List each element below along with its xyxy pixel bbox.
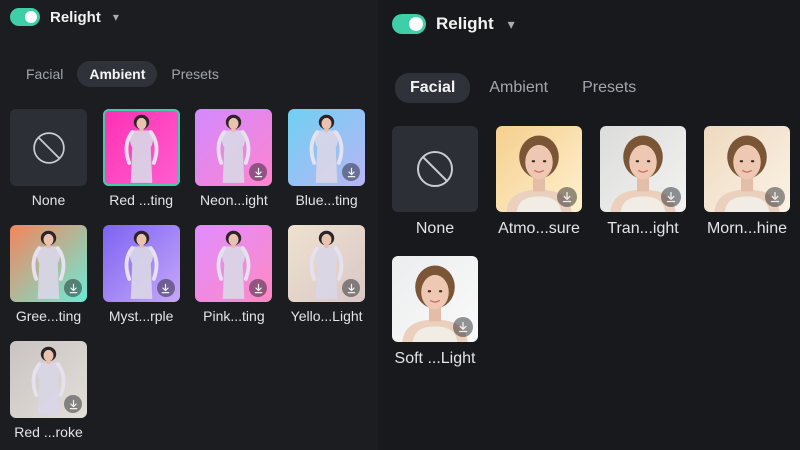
effect-label: Pink...ting bbox=[203, 308, 265, 324]
tab-ambient[interactable]: Ambient bbox=[77, 61, 158, 87]
effect-item: Yello...Light bbox=[288, 225, 366, 330]
effect-item: Red ...ting bbox=[102, 109, 180, 214]
effect-item: Soft ...Light bbox=[392, 256, 478, 370]
download-icon[interactable] bbox=[765, 187, 785, 207]
effect-item: Pink...ting bbox=[195, 225, 273, 330]
relight-panel-left: Relight ▾ Facial Ambient Presets None Red ...t… bbox=[0, 0, 378, 450]
effect-thumbnail[interactable] bbox=[195, 109, 273, 186]
effect-label: Red ...ting bbox=[109, 192, 174, 208]
effect-thumbnail[interactable] bbox=[102, 109, 180, 186]
effect-thumbnail[interactable] bbox=[102, 225, 180, 302]
effect-item: None bbox=[392, 126, 478, 240]
chevron-down-icon[interactable]: ▾ bbox=[113, 10, 119, 24]
toggle-knob bbox=[409, 17, 423, 31]
effect-thumbnail[interactable] bbox=[288, 109, 366, 186]
effect-thumbnail[interactable] bbox=[600, 126, 686, 212]
effect-label: None bbox=[415, 220, 455, 237]
effect-thumbnail[interactable] bbox=[392, 256, 478, 342]
download-icon[interactable] bbox=[557, 187, 577, 207]
download-icon[interactable] bbox=[453, 317, 473, 337]
effect-label: Soft ...Light bbox=[394, 350, 476, 367]
tab-ambient[interactable]: Ambient bbox=[474, 73, 563, 103]
effect-item: None bbox=[10, 109, 87, 214]
relight-toggle[interactable] bbox=[10, 8, 40, 26]
effect-label: Blue...ting bbox=[295, 192, 358, 208]
effect-item: Morn...hine bbox=[704, 126, 790, 240]
tab-facial[interactable]: Facial bbox=[14, 61, 75, 87]
effect-label: Tran...ight bbox=[607, 220, 679, 237]
effect-label: Myst...rple bbox=[108, 308, 174, 324]
tab-presets[interactable]: Presets bbox=[567, 73, 651, 103]
relight-header: Relight ▾ bbox=[392, 14, 515, 34]
download-icon[interactable] bbox=[156, 279, 175, 297]
effect-thumbnail[interactable] bbox=[10, 341, 87, 418]
download-icon[interactable] bbox=[661, 187, 681, 207]
effect-thumbnail[interactable] bbox=[496, 126, 582, 212]
effect-label: Gree...ting bbox=[15, 308, 82, 324]
effect-thumbnail[interactable] bbox=[288, 225, 366, 302]
effect-item: Atmo...sure bbox=[496, 126, 582, 240]
effect-thumbnail[interactable] bbox=[195, 225, 273, 302]
effect-label: Red ...roke bbox=[14, 424, 83, 440]
relight-panel-right: Relight ▾ Facial Ambient Presets None Atmo...s… bbox=[378, 0, 800, 450]
chevron-down-icon[interactable]: ▾ bbox=[508, 16, 515, 33]
tab-facial[interactable]: Facial bbox=[395, 73, 471, 103]
effect-item: Gree...ting bbox=[10, 225, 87, 330]
portrait-photo bbox=[124, 114, 159, 183]
download-icon[interactable] bbox=[64, 395, 82, 413]
effect-none-thumbnail[interactable] bbox=[392, 126, 478, 212]
relight-tabs: Facial Ambient Presets bbox=[14, 61, 231, 87]
effect-thumbnail[interactable] bbox=[704, 126, 790, 212]
toggle-knob bbox=[25, 11, 37, 23]
download-icon[interactable] bbox=[64, 279, 82, 297]
effect-label: None bbox=[31, 192, 66, 208]
none-icon bbox=[417, 151, 453, 187]
effect-thumbnail[interactable] bbox=[10, 225, 87, 302]
effect-label: Morn...hine bbox=[706, 220, 788, 237]
effect-item: Red ...roke bbox=[10, 341, 87, 446]
download-icon[interactable] bbox=[342, 279, 361, 297]
effect-none-thumbnail[interactable] bbox=[10, 109, 87, 186]
effect-label: Yello...Light bbox=[290, 308, 363, 324]
relight-toggle[interactable] bbox=[392, 14, 426, 34]
effect-label: Neon...ight bbox=[200, 192, 268, 208]
tab-presets[interactable]: Presets bbox=[159, 61, 230, 87]
relight-title: Relight bbox=[50, 8, 101, 26]
effect-label: Atmo...sure bbox=[498, 220, 580, 237]
none-icon bbox=[32, 131, 65, 164]
effect-item: Tran...ight bbox=[600, 126, 686, 240]
effect-item: Neon...ight bbox=[195, 109, 273, 214]
relight-header: Relight ▾ bbox=[10, 8, 119, 26]
effect-item: Blue...ting bbox=[288, 109, 366, 214]
download-icon[interactable] bbox=[342, 163, 361, 181]
effect-item: Myst...rple bbox=[102, 225, 180, 330]
relight-title: Relight bbox=[436, 14, 494, 33]
relight-tabs: Facial Ambient Presets bbox=[395, 73, 651, 103]
